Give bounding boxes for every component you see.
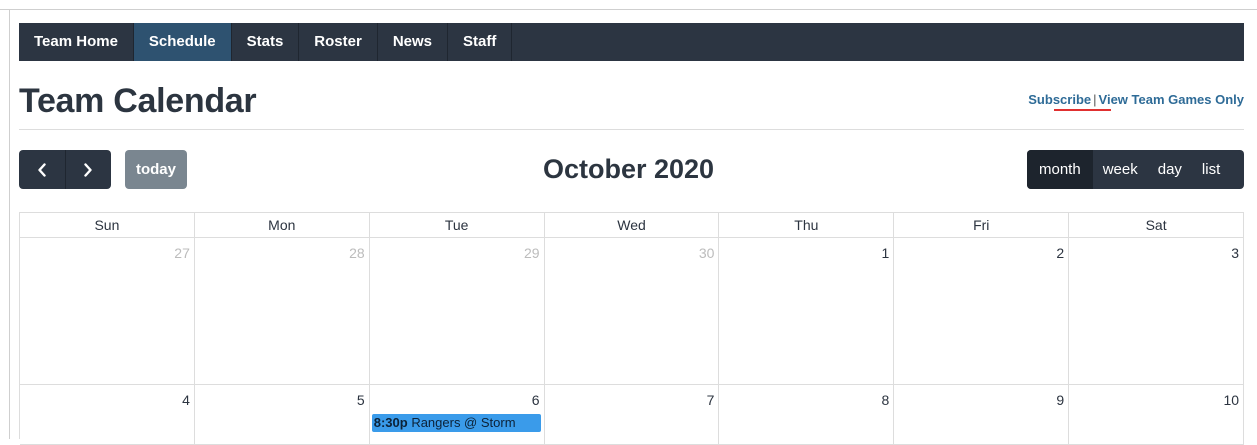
window-top-border xyxy=(0,0,1257,10)
title-divider xyxy=(19,129,1244,130)
day-cell[interactable]: 4 xyxy=(20,385,195,444)
day-cell[interactable]: 1 xyxy=(719,238,895,384)
day-number: 2 xyxy=(1056,245,1065,261)
day-cell[interactable]: 27 xyxy=(20,238,195,384)
day-number: 5 xyxy=(356,392,365,408)
header-links: Subscribe | View Team Games Only xyxy=(1028,92,1244,107)
day-number: 6 xyxy=(531,392,540,408)
day-number: 27 xyxy=(174,245,190,261)
view-month-button[interactable]: month xyxy=(1027,150,1093,189)
nav-item-roster[interactable]: Roster xyxy=(299,23,378,61)
nav-item-news[interactable]: News xyxy=(378,23,448,61)
day-cell[interactable]: 10 xyxy=(1069,385,1245,444)
day-number: 4 xyxy=(182,392,190,408)
view-switcher: month week day list xyxy=(1027,150,1244,189)
dow-wed: Wed xyxy=(545,213,720,237)
day-number: 30 xyxy=(698,245,715,261)
day-cell[interactable]: 5 xyxy=(195,385,370,444)
day-cell[interactable]: 28 xyxy=(195,238,370,384)
view-list-button[interactable]: list xyxy=(1192,150,1230,189)
day-number: 10 xyxy=(1223,392,1240,408)
month-calendar-grid: Sun Mon Tue Wed Thu Fri Sat 27 28 29 30 … xyxy=(19,212,1245,445)
event-time: 8:30p xyxy=(373,415,408,430)
team-navbar: Team Home Schedule Stats Roster News Sta… xyxy=(19,23,1244,61)
dow-sun: Sun xyxy=(20,213,195,237)
day-number: 3 xyxy=(1231,245,1240,261)
day-cell[interactable]: 7 xyxy=(545,385,720,444)
dow-fri: Fri xyxy=(894,213,1070,237)
event-title: Rangers @ Storm xyxy=(411,415,516,430)
nav-item-schedule[interactable]: Schedule xyxy=(133,23,232,61)
view-week-button[interactable]: week xyxy=(1093,150,1148,189)
view-team-games-only-link[interactable]: View Team Games Only xyxy=(1099,92,1244,107)
window-left-border xyxy=(9,10,10,439)
link-separator: | xyxy=(1093,92,1097,107)
subscribe-underline xyxy=(1054,109,1111,111)
day-number: 7 xyxy=(706,392,715,408)
dow-mon: Mon xyxy=(195,213,370,237)
day-number: 9 xyxy=(1056,392,1065,408)
day-cell[interactable]: 8 xyxy=(719,385,895,444)
subscribe-link[interactable]: Subscribe xyxy=(1028,92,1091,107)
day-cell[interactable]: 3 xyxy=(1069,238,1245,384)
dow-thu: Thu xyxy=(719,213,895,237)
calendar-event[interactable]: 8:30p Rangers @ Storm xyxy=(371,414,541,432)
day-number: 1 xyxy=(881,245,890,261)
page-title: Team Calendar xyxy=(19,82,257,120)
day-cell[interactable]: 29 xyxy=(370,238,545,384)
day-cell[interactable]: 9 xyxy=(894,385,1070,444)
dow-sat: Sat xyxy=(1069,213,1245,237)
day-cell[interactable]: 6 8:30p Rangers @ Storm xyxy=(370,385,545,444)
day-cell[interactable]: 30 xyxy=(545,238,720,384)
nav-item-stats[interactable]: Stats xyxy=(232,23,300,61)
day-of-week-header: Sun Mon Tue Wed Thu Fri Sat xyxy=(20,213,1245,238)
day-cell[interactable]: 2 xyxy=(894,238,1070,384)
day-number: 29 xyxy=(524,245,540,261)
view-day-button[interactable]: day xyxy=(1148,150,1192,189)
day-number: 28 xyxy=(349,245,365,261)
week-row: 4 5 6 8:30p Rangers @ Storm 7 8 9 10 xyxy=(20,385,1245,445)
nav-item-staff[interactable]: Staff xyxy=(448,23,513,61)
nav-item-team-home[interactable]: Team Home xyxy=(19,23,134,61)
day-number: 8 xyxy=(881,392,890,408)
week-row: 27 28 29 30 1 2 3 xyxy=(20,238,1245,385)
dow-tue: Tue xyxy=(370,213,545,237)
